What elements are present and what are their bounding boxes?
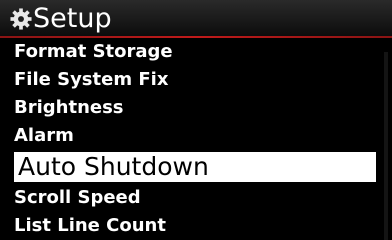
menu-item-file-system-fix[interactable]: File System Fix [14, 66, 168, 94]
setup-screen: Setup Format Storage File System Fix Bri… [0, 0, 392, 240]
menu-item-auto-shutdown[interactable]: Auto Shutdown [14, 152, 376, 182]
scrollbar[interactable] [384, 52, 388, 240]
menu-item-format-storage[interactable]: Format Storage [14, 38, 173, 66]
menu-item-alarm[interactable]: Alarm [14, 122, 74, 150]
page-title: Setup [33, 3, 112, 34]
title-bar: Setup [0, 0, 392, 38]
menu-item-scroll-speed[interactable]: Scroll Speed [14, 184, 141, 212]
menu-item-list-line-count[interactable]: List Line Count [14, 212, 166, 240]
menu-item-brightness[interactable]: Brightness [14, 94, 124, 122]
gear-icon [10, 8, 32, 30]
